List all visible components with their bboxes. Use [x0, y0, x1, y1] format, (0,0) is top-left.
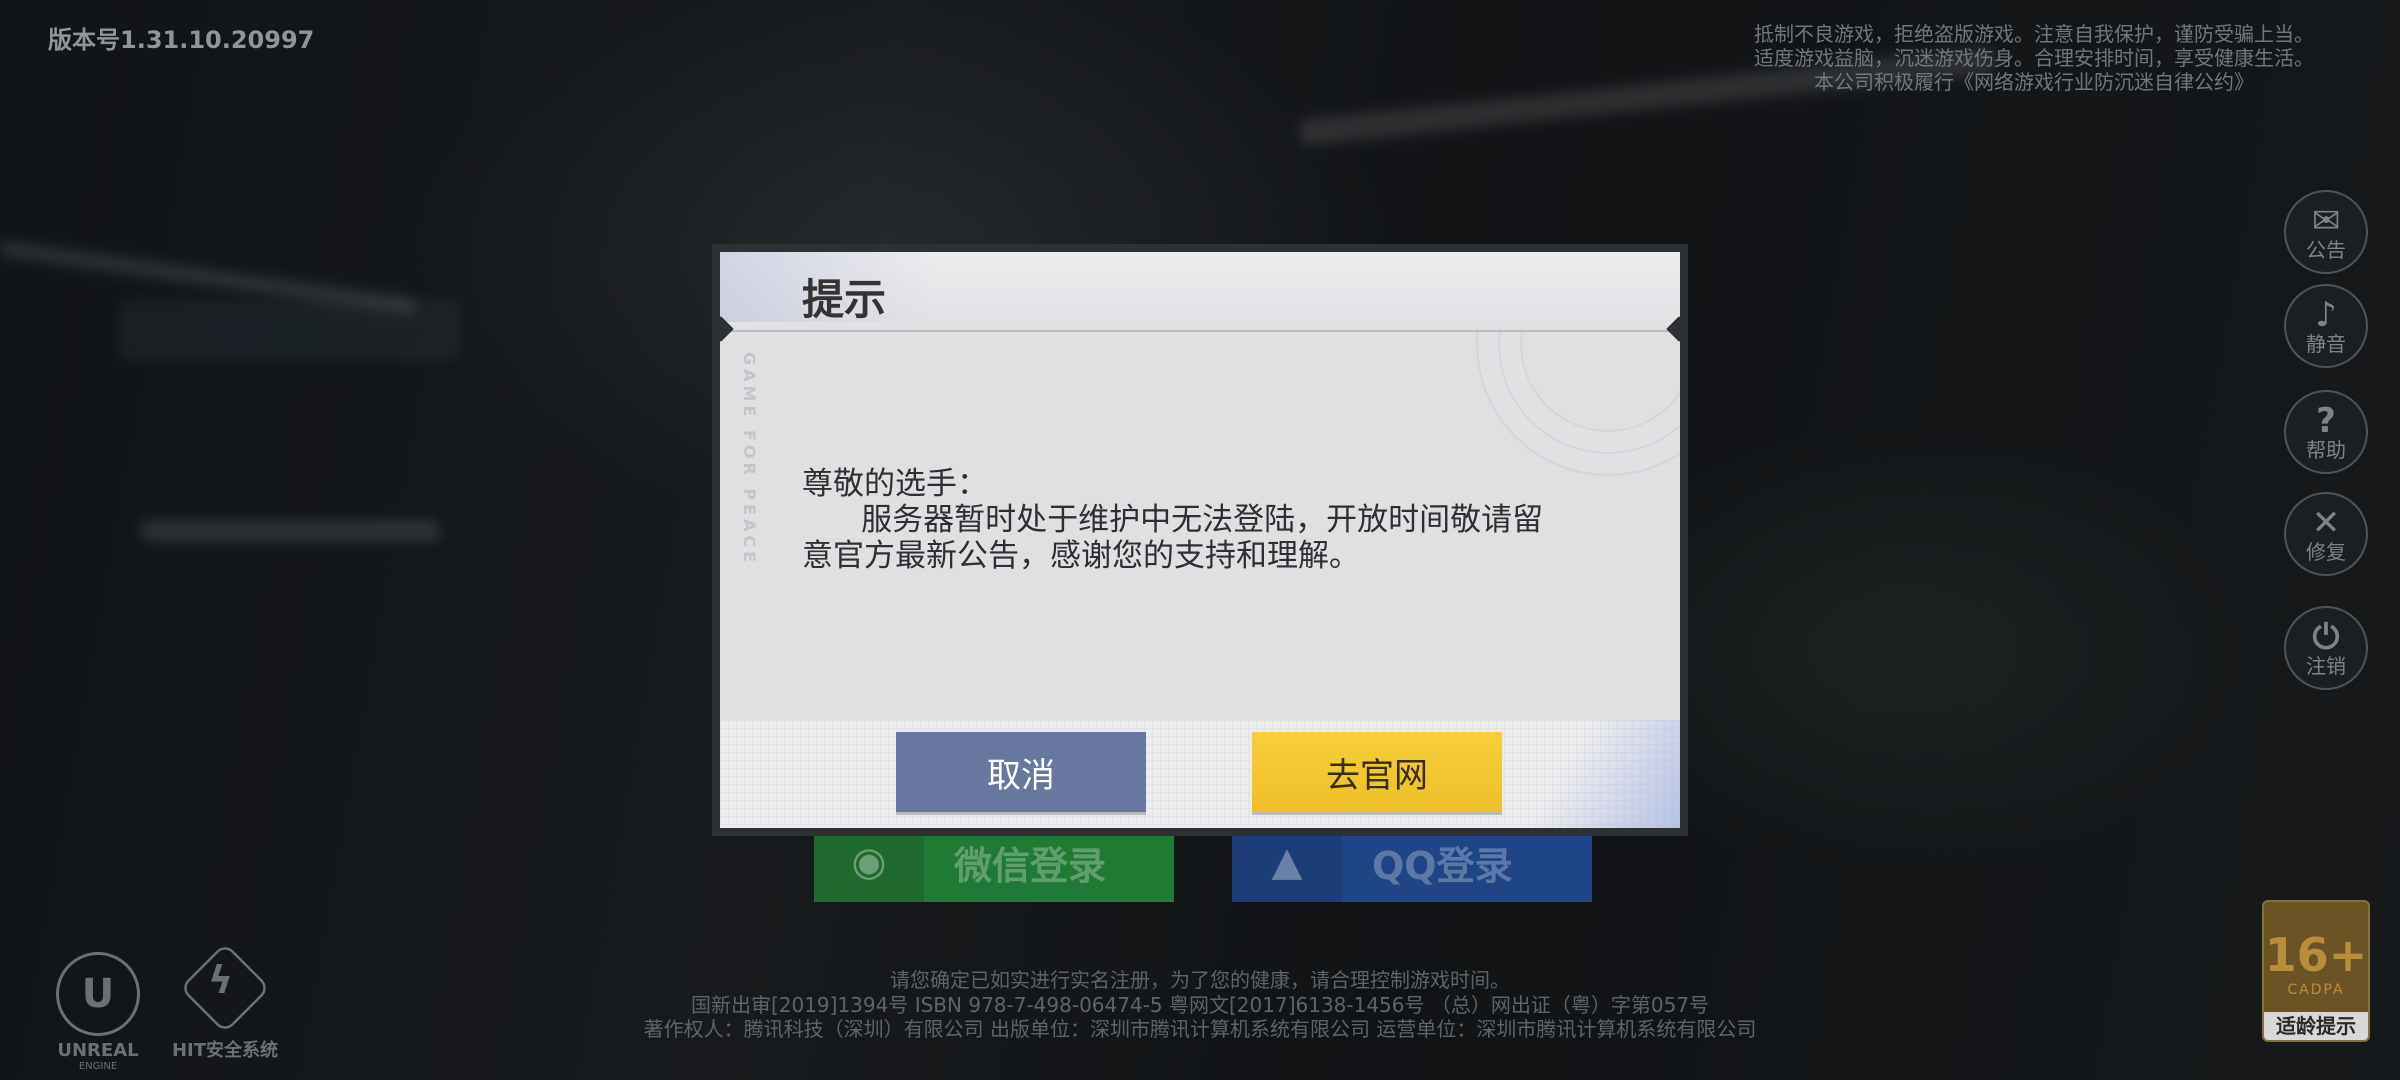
logout-button[interactable]: ⏻ 注销 [2284, 606, 2368, 690]
hit-security-logo: ϟ HIT安全系统 [170, 942, 280, 1062]
dialog-message: 尊敬的选手： 服务器暂时处于维护中无法登陆，开放时间敬请留 意官方最新公告，感谢… [802, 466, 1602, 574]
help-label: 帮助 [2306, 438, 2346, 462]
age-rating-org: CADPA [2287, 982, 2345, 998]
age-rating-number: 16+ [2264, 928, 2368, 982]
license-info: 国新出审[2019]1394号 ISBN 978-7-498-06474-5 粤… [690, 993, 1710, 1017]
copyright-info: 著作权人：腾讯科技（深圳）有限公司 出版单位：深圳市腾讯计算机系统有限公司 运营… [643, 1017, 1757, 1041]
dialog-panel: 提示 GAME FOR PEACE 尊敬的选手： 服务器暂时处于维护中无法登陆，… [720, 252, 1680, 828]
age-rating-label: 适龄提示 [2264, 1012, 2368, 1040]
health-notice-line: 抵制不良游戏，拒绝盗版游戏。注意自我保护，谨防受骗上当。 [1754, 22, 2314, 46]
mute-label: 静音 [2306, 332, 2346, 356]
unreal-logo-text: UNREAL [57, 1040, 139, 1061]
maintenance-dialog: 提示 GAME FOR PEACE 尊敬的选手： 服务器暂时处于维护中无法登陆，… [712, 244, 1688, 836]
repair-label: 修复 [2306, 540, 2346, 564]
health-notice-line: 适度游戏益脑，沉迷游戏伤身。合理安排时间，享受健康生活。 [1754, 46, 2314, 70]
unreal-u-icon: U [56, 952, 140, 1036]
repair-button[interactable]: ✕ 修复 [2284, 492, 2368, 576]
cancel-button[interactable]: 取消 [896, 732, 1146, 812]
question-icon: ? [2316, 401, 2336, 441]
hit-logo-text: HIT安全系统 [171, 1040, 279, 1061]
megaphone-icon: ✉ [2311, 201, 2341, 241]
age-rating-badge[interactable]: 16+ CADPA 适龄提示 [2262, 900, 2370, 1042]
message-greeting: 尊敬的选手： [802, 466, 988, 502]
help-button[interactable]: ? 帮助 [2284, 390, 2368, 474]
realname-notice: 请您确定已如实进行实名注册，为了您的健康，请合理控制游戏时间。 [890, 968, 1510, 992]
power-icon: ⏻ [2312, 617, 2340, 657]
dialog-footer: 取消 去官网 [720, 720, 1680, 828]
wrench-icon: ✕ [2311, 503, 2341, 543]
health-notice: 抵制不良游戏，拒绝盗版游戏。注意自我保护，谨防受骗上当。 适度游戏益脑，沉迷游戏… [1754, 22, 2314, 94]
message-line: 意官方最新公告，感谢您的支持和理解。 [802, 538, 1360, 574]
speaker-icon: ♪ [2315, 295, 2337, 335]
version-label: 版本号1.31.10.20997 [48, 26, 315, 54]
mute-button[interactable]: ♪ 静音 [2284, 284, 2368, 368]
dialog-header: 提示 [720, 252, 1680, 332]
announcement-label: 公告 [2306, 238, 2346, 262]
footer-decoration [1530, 720, 1680, 828]
lightning-icon: ϟ [208, 958, 234, 1002]
official-site-button[interactable]: 去官网 [1252, 732, 1502, 812]
message-line: 服务器暂时处于维护中无法登陆，开放时间敬请留 [802, 502, 1544, 538]
unreal-logo-subtext: ENGINE [78, 1061, 118, 1072]
health-notice-line: 本公司积极履行《网络游戏行业防沉迷自律公约》 [1814, 70, 2254, 94]
dialog-title: 提示 [802, 275, 887, 324]
game-for-peace-watermark: GAME FOR PEACE [740, 352, 759, 567]
logout-label: 注销 [2306, 654, 2346, 678]
unreal-engine-logo: U UNREAL ENGINE [48, 952, 148, 1072]
announcement-button[interactable]: ✉ 公告 [2284, 190, 2368, 274]
